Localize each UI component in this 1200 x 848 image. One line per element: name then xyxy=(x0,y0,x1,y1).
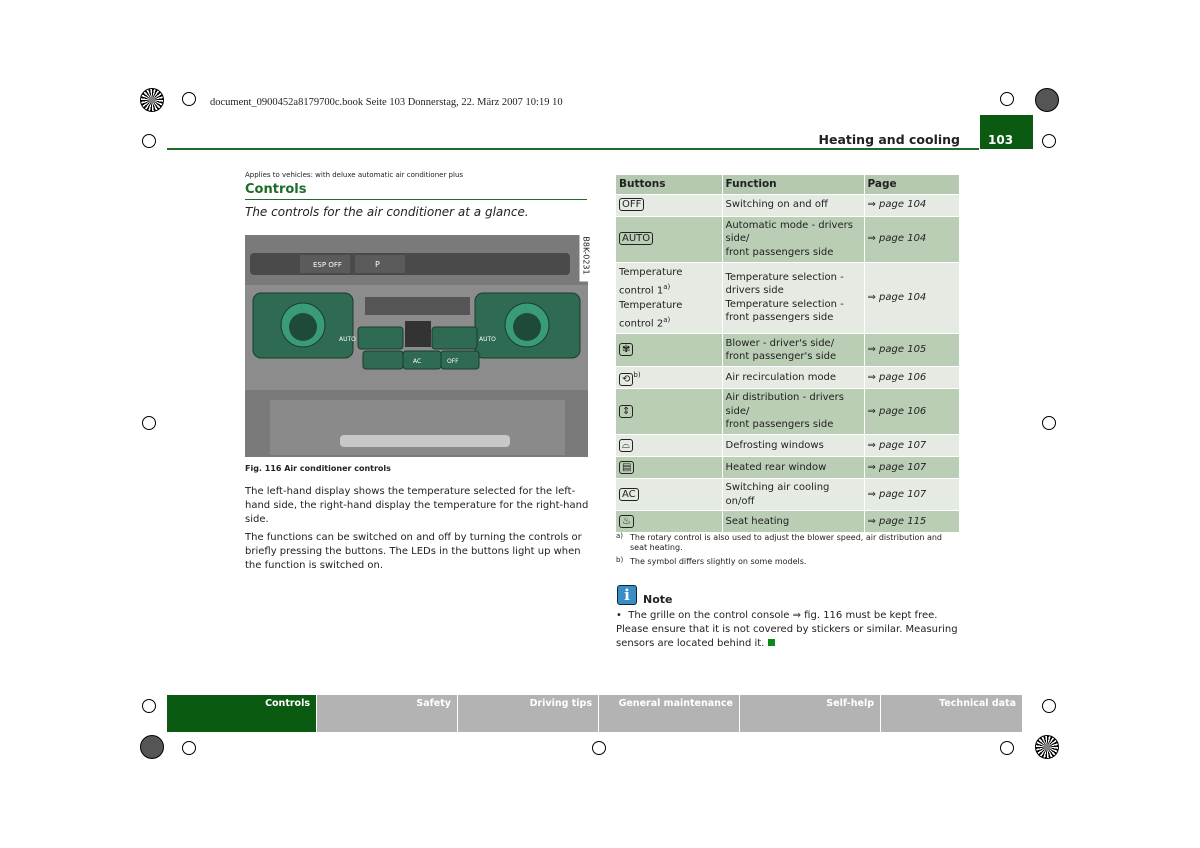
air-distribution-icon: ⇕ xyxy=(619,404,634,418)
footnote-a: a) The rotary control is also used to adj… xyxy=(616,532,943,552)
crop-mark xyxy=(1035,88,1059,112)
esp-off-label: ESP OFF xyxy=(313,261,342,269)
crop-mark xyxy=(142,416,156,430)
heading: Controls xyxy=(245,182,307,197)
auto-key: AUTO xyxy=(619,232,654,246)
crop-mark xyxy=(142,699,156,713)
crop-mark xyxy=(1000,741,1014,755)
applies-to: Applies to vehicles: with deluxe automat… xyxy=(245,171,464,179)
tab-safety[interactable]: Safety xyxy=(317,695,458,732)
off-key: OFF xyxy=(619,198,645,212)
defrost-icon: ⌓ xyxy=(619,438,633,452)
table-row: ⇕ Air distribution - drivers side/ front … xyxy=(616,388,960,436)
table-row: ⟲ b) Air recirculation mode ⇒ page 106 xyxy=(616,366,960,390)
crop-mark xyxy=(592,741,606,755)
fan-icon: ✾ xyxy=(619,343,634,357)
page-number: 103 xyxy=(980,115,1033,149)
end-mark xyxy=(767,639,775,646)
heading-rule xyxy=(245,199,587,200)
tab-driving-tips[interactable]: Driving tips xyxy=(458,695,599,732)
figure-caption: Fig. 116 Air conditioner controls xyxy=(245,464,391,473)
note-text: • The grille on the control console ⇒ fi… xyxy=(616,610,958,649)
figure-ac-controls: ESP OFF P AUTO AUTO AC OFF xyxy=(245,235,588,457)
auto-left-label: AUTO xyxy=(339,336,356,343)
table-row: AUTO Automatic mode - drivers side/ front… xyxy=(616,216,960,263)
tab-general-maintenance[interactable]: General maintenance xyxy=(599,695,740,732)
table-row: Temperature control 1a) Temperature contr… xyxy=(616,262,960,335)
note-title: Note xyxy=(643,593,673,606)
off-label: OFF xyxy=(447,358,459,365)
info-icon: i xyxy=(617,585,637,605)
rear-window-heat-icon: ▤ xyxy=(619,460,635,474)
tab-controls[interactable]: Controls xyxy=(167,695,317,732)
body-paragraph: The left-hand display shows the temperat… xyxy=(245,486,589,525)
controls-table: Buttons Function Page OFF Switching on and … xyxy=(616,175,960,534)
print-header: document_0900452a8179700c.book Seite 103… xyxy=(210,97,563,108)
recirculation-icon: ⟲ xyxy=(619,372,634,386)
footnote-b: b) The symbol differs slightly on some mo… xyxy=(616,556,807,566)
crop-mark xyxy=(1042,134,1056,148)
crop-mark xyxy=(1000,92,1014,106)
crop-mark xyxy=(142,134,156,148)
subheading: The controls for the air conditioner at … xyxy=(245,205,529,219)
chapter-tabs: Controls Safety Driving tips General mai… xyxy=(167,695,1022,732)
tab-self-help[interactable]: Self-help xyxy=(740,695,881,732)
figure-code: B8K-0231 xyxy=(579,229,593,282)
table-row: ♨ Seat heating ⇒ page 115 xyxy=(616,510,960,534)
crop-mark xyxy=(1042,416,1056,430)
body-paragraph: The functions can be switched on and off… xyxy=(245,532,582,571)
table-row: ⌓ Defrosting windows ⇒ page 107 xyxy=(616,434,960,458)
crop-mark xyxy=(182,741,196,755)
seat-heating-icon: ♨ xyxy=(619,514,634,528)
header-rule xyxy=(167,148,979,150)
auto-right-label: AUTO xyxy=(479,336,496,343)
crop-mark xyxy=(182,92,196,106)
tab-technical-data[interactable]: Technical data xyxy=(881,695,1022,732)
crop-mark xyxy=(140,88,164,112)
table-header: Buttons Function Page xyxy=(616,175,960,195)
table-row: ✾ Blower - driver's side/ front passenger… xyxy=(616,333,960,368)
table-row: AC Switching air cooling on/off ⇒ page 107 xyxy=(616,478,960,512)
crop-mark xyxy=(1035,735,1059,759)
crop-mark xyxy=(140,735,164,759)
table-row: ▤ Heated rear window ⇒ page 107 xyxy=(616,456,960,480)
park-label: P xyxy=(375,260,380,269)
section-title: Heating and cooling xyxy=(818,132,960,147)
table-row: OFF Switching on and off ⇒ page 104 xyxy=(616,194,960,217)
crop-mark xyxy=(1042,699,1056,713)
ac-key: AC xyxy=(619,487,639,501)
ac-label: AC xyxy=(413,358,421,365)
